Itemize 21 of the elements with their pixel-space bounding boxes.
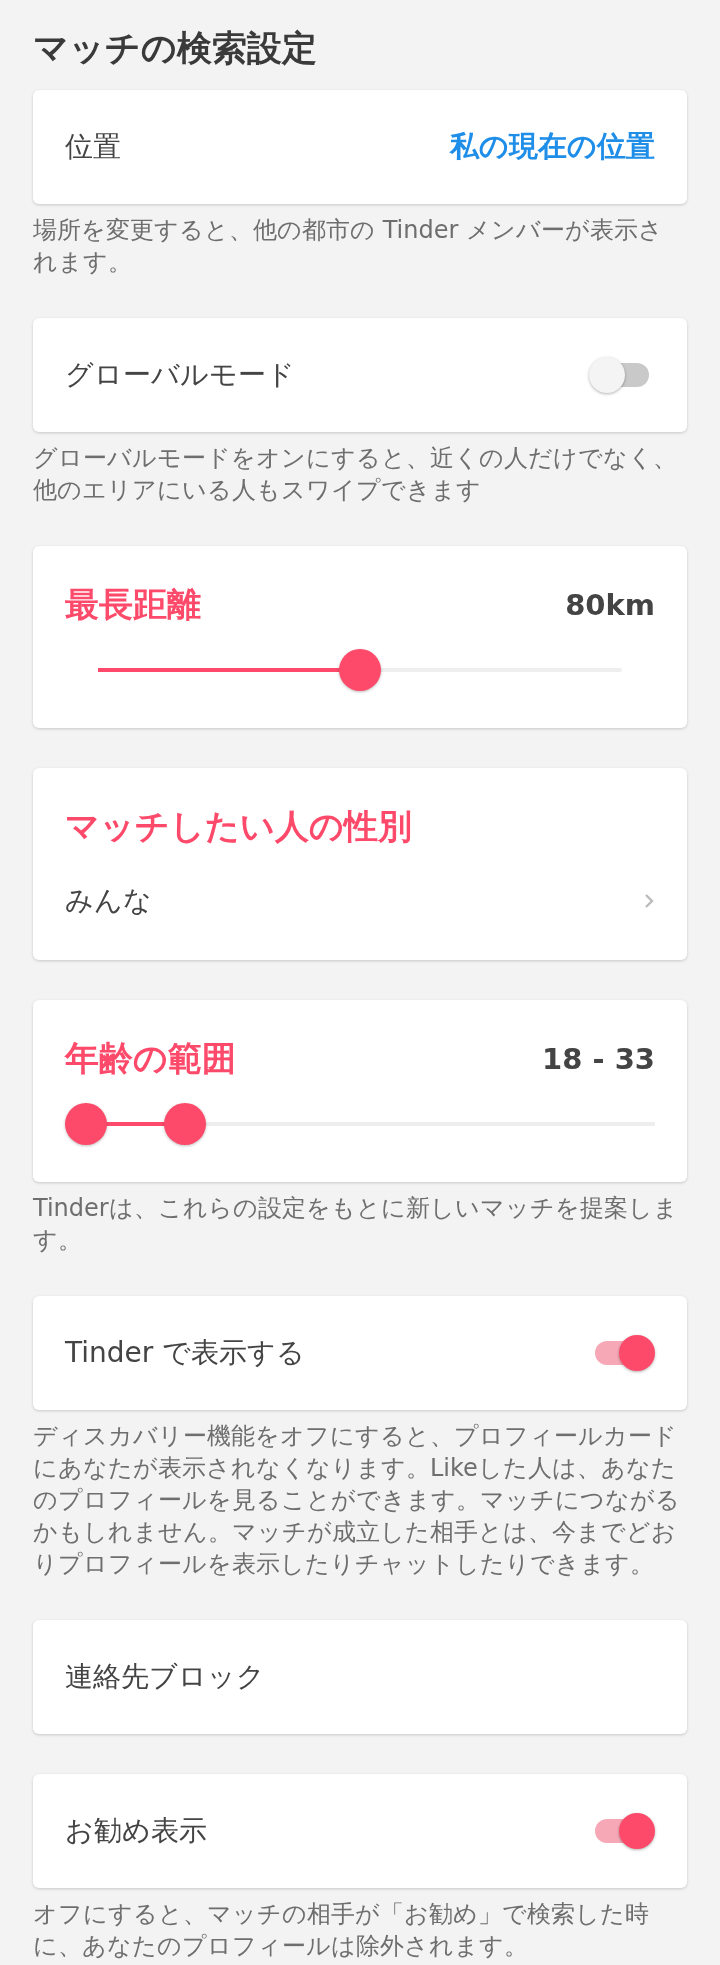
chevron-icon — [643, 892, 655, 910]
gender-choice-row[interactable]: みんな — [65, 882, 655, 934]
contact-block-row[interactable]: 連絡先ブロック — [33, 1620, 687, 1734]
help-text: Tinderは、これらの設定をもとに新しいマッチを提案します。 — [33, 1193, 679, 1256]
setting-heading: 年齢の範囲 — [65, 1037, 236, 1080]
slider-thumb[interactable] — [339, 649, 381, 691]
page-title: マッチの検索設定 — [33, 27, 318, 70]
help-text: ディスカバリー機能をオフにすると、プロフィールカードにあなたが表示されなくなります。Likeした人は、あなたのプロフィールを見ることができます。マッチにつながるかもしれません。マッチが成立した相手とは、今までどおりプロフィールを表示したりチャットしたりできます。 — [33, 1421, 681, 1580]
setting-label: お勧め表示 — [65, 1813, 207, 1849]
help-text: グローバルモードをオンにすると、近くの人だけでなく、他のエリアにいる人もスワイプできます — [33, 443, 678, 506]
help-text: オフにすると、マッチの相手が「お勧め」で検索した時に、あなたのプロフィールは除外されます。 — [33, 1899, 650, 1962]
setting-label: グローバルモード — [65, 357, 295, 393]
setting-heading: 最長距離 — [65, 583, 201, 626]
age-range-value: 18 - 33 — [542, 1042, 655, 1076]
slider-thumb[interactable] — [65, 1103, 107, 1145]
help-text: 場所を変更すると、他の都市の Tinder メンバーが表示されます。 — [33, 215, 664, 278]
slider-thumb[interactable] — [163, 1103, 206, 1145]
location-row[interactable]: 位置 私の現在の位置 — [33, 90, 687, 204]
setting-heading: マッチしたい人の性別 — [65, 805, 413, 848]
setting-label: Tinder で表示する — [65, 1335, 306, 1371]
distance-value: 80km — [565, 588, 655, 622]
